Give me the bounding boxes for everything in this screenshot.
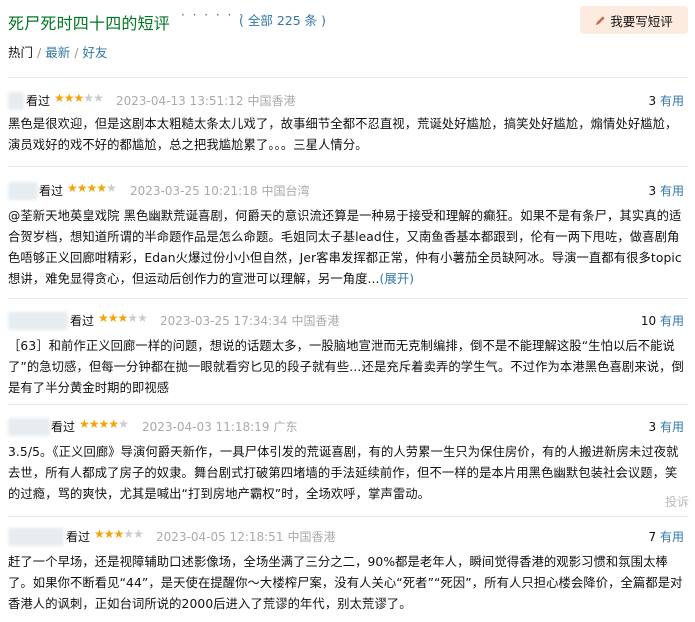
comment-location: 中国香港 <box>291 314 340 328</box>
comment-divider <box>8 77 688 78</box>
comment-location: 中国香港 <box>287 530 336 544</box>
comment-text: 黑色是很欢迎，但是这剧本太粗糙太条太儿戏了，故事细节全都不忍直视，荒诞处好尴尬，… <box>8 117 678 152</box>
comment-item: 看过 ★★★★★ 2023-04-05 12:18:51 中国香港 7 有用 赶了… <box>8 526 688 615</box>
watched-label: 看过 <box>70 314 95 328</box>
comment-text: 3.5/5。《正义回廊》导演何爵天新作，一具尸体引发的荒诞喜剧，有的人劳累一生只… <box>8 445 679 501</box>
star-filled-icon: ★ <box>98 311 109 325</box>
tab-separator: / <box>74 45 79 60</box>
comment-divider <box>8 166 688 167</box>
star-empty-icon: ★ <box>83 91 94 105</box>
useful-vote[interactable]: 3 有用 <box>649 92 684 109</box>
report-link[interactable]: 投诉 <box>665 493 689 510</box>
comment-location: 中国香港 <box>247 94 296 108</box>
rating-stars: ★★★★★ <box>94 527 144 541</box>
star-filled-icon: ★ <box>107 311 119 325</box>
comment-divider <box>8 298 688 299</box>
star-empty-icon: ★ <box>123 527 134 541</box>
watched-label: 看过 <box>26 94 51 108</box>
page-title: 死尸死时四十四的短评 <box>8 14 171 33</box>
star-empty-icon: ★ <box>127 311 138 325</box>
expand-link[interactable]: (展开) <box>380 272 415 286</box>
comment-time: 2023-04-05 12:18:51 中国香港 <box>156 530 336 544</box>
rating-stars: ★★★★★ <box>67 181 117 195</box>
useful-vote[interactable]: 7 有用 <box>649 528 684 545</box>
title-dots: · · · · · · <box>181 8 245 22</box>
star-filled-icon: ★ <box>63 91 75 105</box>
star-filled-icon: ★ <box>88 417 100 431</box>
comment-item: 看过 ★★★★★ 2023-04-13 13:51:12 中国香港 3 有用 黑色… <box>8 90 688 156</box>
star-filled-icon: ★ <box>98 417 110 431</box>
comment-divider <box>8 516 688 517</box>
useful-button[interactable]: 有用 <box>660 420 684 434</box>
comment-text: 赶了一个早场，还是视障辅助口述影像场，全场坐满了三分之二，90%都是老年人，瞬间… <box>8 555 683 611</box>
avatar[interactable] <box>8 528 64 546</box>
star-empty-icon: ★ <box>93 91 104 105</box>
avatar[interactable] <box>8 418 50 436</box>
useful-button[interactable]: 有用 <box>660 184 684 198</box>
star-empty-icon: ★ <box>118 417 129 431</box>
useful-button[interactable]: 有用 <box>660 314 684 328</box>
comment-text: @荃新天地英皇戏院 黑色幽默荒诞喜剧，何爵天的意识流还算是一种易于接受和理解的癫… <box>8 209 682 286</box>
comments-header: 死尸死时四十四的短评 · · · · · · ( 全部 225 条 ) 我要写短… <box>8 6 688 34</box>
watched-label: 看过 <box>39 184 64 198</box>
useful-vote[interactable]: 3 有用 <box>649 418 684 435</box>
comment-item: 看过 ★★★★★ 2023-03-25 17:34:34 中国香港 10 有用 ［… <box>8 310 688 399</box>
useful-vote[interactable]: 10 有用 <box>641 312 684 329</box>
comment-time: 2023-04-13 13:51:12 中国香港 <box>116 94 296 108</box>
star-empty-icon: ★ <box>133 527 144 541</box>
star-filled-icon: ★ <box>103 527 115 541</box>
comment-text: ［63］和前作正义回廊一样的问题，想说的话题太多，一股脑地宣泄而无克制编排，倒不… <box>8 339 684 395</box>
useful-button[interactable]: 有用 <box>660 530 684 544</box>
tab-separator: / <box>37 45 42 60</box>
star-filled-icon: ★ <box>117 311 129 325</box>
tab-latest[interactable]: 最新 <box>45 45 70 60</box>
star-filled-icon: ★ <box>73 91 85 105</box>
star-empty-icon: ★ <box>137 311 148 325</box>
star-filled-icon: ★ <box>96 181 107 195</box>
useful-vote[interactable]: 3 有用 <box>649 182 684 199</box>
star-filled-icon: ★ <box>86 181 98 195</box>
pencil-icon <box>596 15 605 25</box>
watched-label: 看过 <box>66 530 91 544</box>
rating-stars: ★★★★★ <box>54 91 104 105</box>
comment-time: 2023-03-25 10:21:18 中国台湾 <box>130 184 310 198</box>
tab-hot[interactable]: 热门 <box>8 45 33 60</box>
star-filled-icon: ★ <box>67 181 78 195</box>
comment-time: 2023-04-03 11:18:19 广东 <box>142 420 298 434</box>
rating-stars: ★★★★★ <box>98 311 148 325</box>
useful-button[interactable]: 有用 <box>660 94 684 108</box>
comment-location: 广东 <box>273 420 298 434</box>
rating-stars: ★★★★★ <box>79 417 129 431</box>
avatar[interactable] <box>8 92 24 110</box>
star-filled-icon: ★ <box>76 181 88 195</box>
star-filled-icon: ★ <box>94 527 105 541</box>
sort-tabs: 热门 / 最新 / 好友 <box>8 42 107 61</box>
write-comment-label: 我要写短评 <box>610 13 673 29</box>
comment-item: 看过 ★★★★★ 2023-04-03 11:18:19 广东 3 有用 3.5/… <box>8 416 688 505</box>
avatar[interactable] <box>8 312 68 330</box>
star-empty-icon: ★ <box>106 181 117 195</box>
star-filled-icon: ★ <box>108 417 119 431</box>
star-filled-icon: ★ <box>113 527 125 541</box>
all-comments-link[interactable]: ( 全部 225 条 ) <box>239 10 326 29</box>
comment-divider <box>8 404 688 405</box>
write-comment-button[interactable]: 我要写短评 <box>580 6 688 34</box>
comment-time: 2023-03-25 17:34:34 中国香港 <box>160 314 340 328</box>
comment-item: 看过 ★★★★★ 2023-03-25 10:21:18 中国台湾 3 有用 @荃… <box>8 180 688 290</box>
star-filled-icon: ★ <box>54 91 65 105</box>
comment-location: 中国台湾 <box>261 184 310 198</box>
watched-label: 看过 <box>51 420 76 434</box>
tab-friends[interactable]: 好友 <box>82 45 107 60</box>
star-filled-icon: ★ <box>79 417 90 431</box>
avatar[interactable] <box>8 182 38 200</box>
